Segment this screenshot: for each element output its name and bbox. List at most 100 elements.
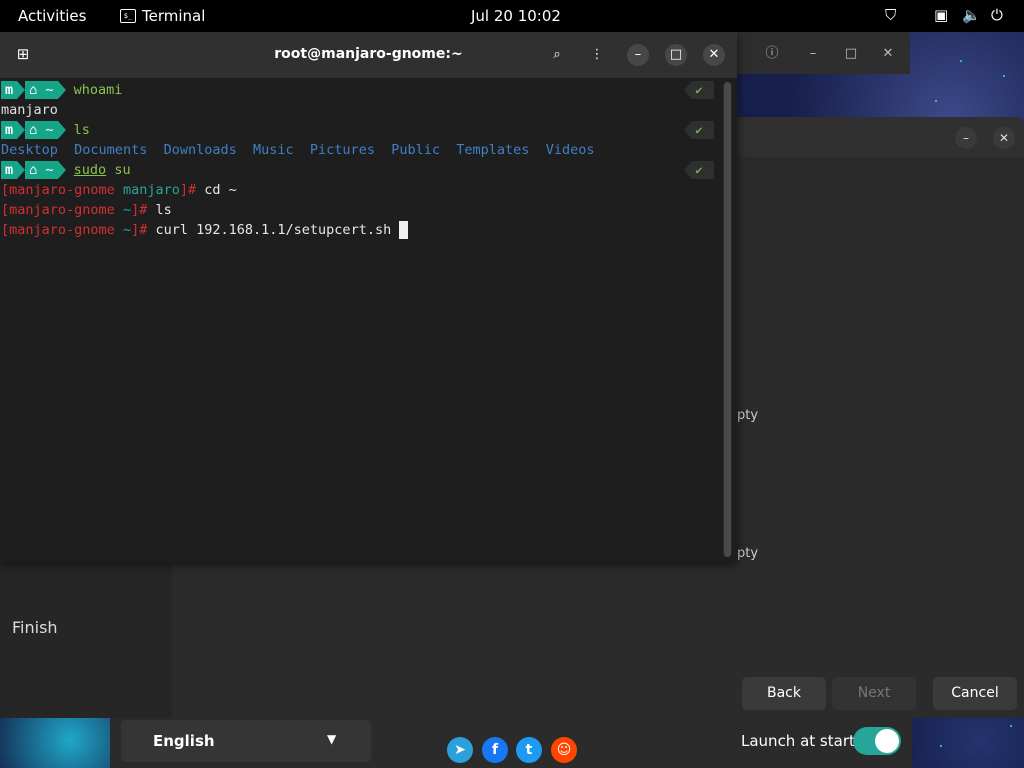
- info-icon[interactable]: ⓘ: [762, 44, 782, 64]
- output-text: manjaro: [1, 102, 58, 118]
- manjaro-logo-icon: m: [1, 81, 18, 99]
- close-icon[interactable]: ✕: [878, 44, 898, 64]
- terminal-line: m ⌂ ~ sudo su: [1, 160, 131, 180]
- app-menu-label: Terminal: [142, 7, 206, 25]
- twitter-icon[interactable]: t: [516, 737, 542, 763]
- prompt-hash: #: [139, 222, 156, 238]
- minimize-icon[interactable]: –: [803, 44, 823, 64]
- dir-entry: Templates: [456, 142, 530, 158]
- close-button[interactable]: ✕: [703, 44, 725, 66]
- terminal-line: m ⌂ ~ ls: [1, 120, 90, 140]
- success-check-icon: ✔: [684, 161, 714, 179]
- minimize-button[interactable]: –: [627, 44, 649, 66]
- success-check-icon: ✔: [684, 81, 714, 99]
- terminal-output[interactable]: m ⌂ ~ whoami ✔ manjaro m ⌂ ~ ls ✔ Desktop …: [0, 78, 722, 562]
- prompt-bracket: ]: [179, 182, 188, 198]
- prompt-hash: #: [139, 202, 156, 218]
- command-text: su: [106, 162, 131, 178]
- facebook-icon[interactable]: f: [482, 737, 508, 763]
- dir-entry: Documents: [74, 142, 148, 158]
- home-dir-segment: ⌂ ~: [25, 81, 58, 99]
- shield-icon[interactable]: ⛉: [885, 6, 896, 24]
- maximize-button[interactable]: □: [665, 44, 687, 66]
- command-text: ls: [155, 202, 172, 218]
- terminal-header: ⊞ root@manjaro-gnome:~ ⌕ ⋮ – □ ✕: [0, 32, 737, 78]
- installer-close-button[interactable]: ✕: [993, 127, 1015, 149]
- manjaro-logo-icon: m: [1, 161, 18, 179]
- network-icon[interactable]: ▣: [934, 6, 948, 24]
- terminal-scrollbar[interactable]: [723, 82, 732, 557]
- terminal-line: manjaro: [1, 100, 58, 120]
- terminal-line: [manjaro-gnome ~]# curl 192.168.1.1/setu…: [1, 220, 409, 240]
- terminal-window: ⊞ root@manjaro-gnome:~ ⌕ ⋮ – □ ✕ m ⌂ ~ wh…: [0, 32, 737, 562]
- cancel-button[interactable]: Cancel: [933, 677, 1017, 710]
- home-dir-segment: ⌂ ~: [25, 121, 58, 139]
- prompt-host: manjaro-gnome: [9, 222, 115, 238]
- sidebar-item-finish[interactable]: Finish: [12, 618, 58, 637]
- command-text: sudo: [73, 162, 107, 178]
- dir-entry: Videos: [545, 142, 595, 158]
- manjaro-logo-icon: m: [1, 121, 18, 139]
- powerline-separator: [57, 161, 66, 179]
- activities-button[interactable]: Activities: [18, 7, 86, 25]
- partition-label: pty: [737, 408, 759, 423]
- terminal-line: [manjaro-gnome manjaro]# cd ~: [1, 180, 237, 200]
- search-icon[interactable]: ⌕: [546, 44, 568, 66]
- dir-entry: Pictures: [309, 142, 375, 158]
- maximize-icon[interactable]: □: [841, 44, 861, 64]
- wallpaper-star: [1010, 725, 1012, 727]
- scrollbar-thumb[interactable]: [724, 82, 731, 557]
- dir-entry: Desktop: [1, 142, 58, 158]
- toggle-knob: [875, 729, 899, 753]
- next-button[interactable]: Next: [832, 677, 916, 710]
- language-dropdown[interactable]: English ▼: [121, 720, 371, 762]
- prompt-cwd: ~: [122, 202, 132, 218]
- menu-icon[interactable]: ⋮: [586, 44, 608, 66]
- reddit-icon[interactable]: ☺: [551, 737, 577, 763]
- launch-at-start-toggle[interactable]: [853, 727, 901, 755]
- powerline-separator: [57, 81, 66, 99]
- prompt-bracket: [: [1, 182, 10, 198]
- success-check-icon: ✔: [684, 121, 714, 139]
- app-menu[interactable]: $_ Terminal: [120, 7, 205, 25]
- prompt-bracket: [: [1, 202, 10, 218]
- command-input[interactable]: curl 192.168.1.1/setupcert.sh: [156, 222, 400, 238]
- wallpaper-star: [1003, 75, 1005, 77]
- wallpaper-star: [935, 100, 937, 102]
- prompt-bracket: ]: [131, 202, 140, 218]
- powerline-separator: [17, 161, 26, 179]
- wallpaper-star: [940, 745, 942, 747]
- prompt-host: manjaro-gnome: [9, 202, 115, 218]
- prompt-cwd: ~: [122, 222, 132, 238]
- powerline-separator: [57, 121, 66, 139]
- terminal-line: m ⌂ ~ whoami: [1, 80, 122, 100]
- powerline-separator: [17, 121, 26, 139]
- prompt-hash: #: [188, 182, 205, 198]
- terminal-line: [manjaro-gnome ~]# ls: [1, 200, 172, 220]
- back-button[interactable]: Back: [742, 677, 826, 710]
- clock[interactable]: Jul 20 10:02: [471, 7, 561, 25]
- command-text: ls: [73, 122, 90, 138]
- dir-entry: Downloads: [163, 142, 237, 158]
- terminal-app-icon: $_: [120, 9, 136, 23]
- text-cursor: [399, 221, 409, 239]
- top-bar: Activities $_ Terminal Jul 20 10:02 ⛉ ▣ …: [0, 0, 1024, 32]
- volume-icon[interactable]: 🔈: [962, 6, 981, 24]
- prompt-cwd: manjaro: [122, 182, 180, 198]
- home-dir-segment: ⌂ ~: [25, 161, 58, 179]
- prompt-bracket: ]: [131, 222, 140, 238]
- partition-label: pty: [737, 546, 759, 561]
- wallpaper-star: [960, 60, 962, 62]
- command-text: whoami: [73, 82, 123, 98]
- terminal-line: Desktop Documents Downloads Music Pictur…: [1, 140, 594, 160]
- telegram-icon[interactable]: ➤: [447, 737, 473, 763]
- dir-entry: Music: [253, 142, 294, 158]
- command-text: cd ~: [204, 182, 237, 198]
- power-icon[interactable]: ⏻: [991, 6, 1003, 24]
- language-value: English: [153, 732, 215, 750]
- dir-entry: Public: [391, 142, 440, 158]
- installer-minimize-button[interactable]: –: [955, 127, 977, 149]
